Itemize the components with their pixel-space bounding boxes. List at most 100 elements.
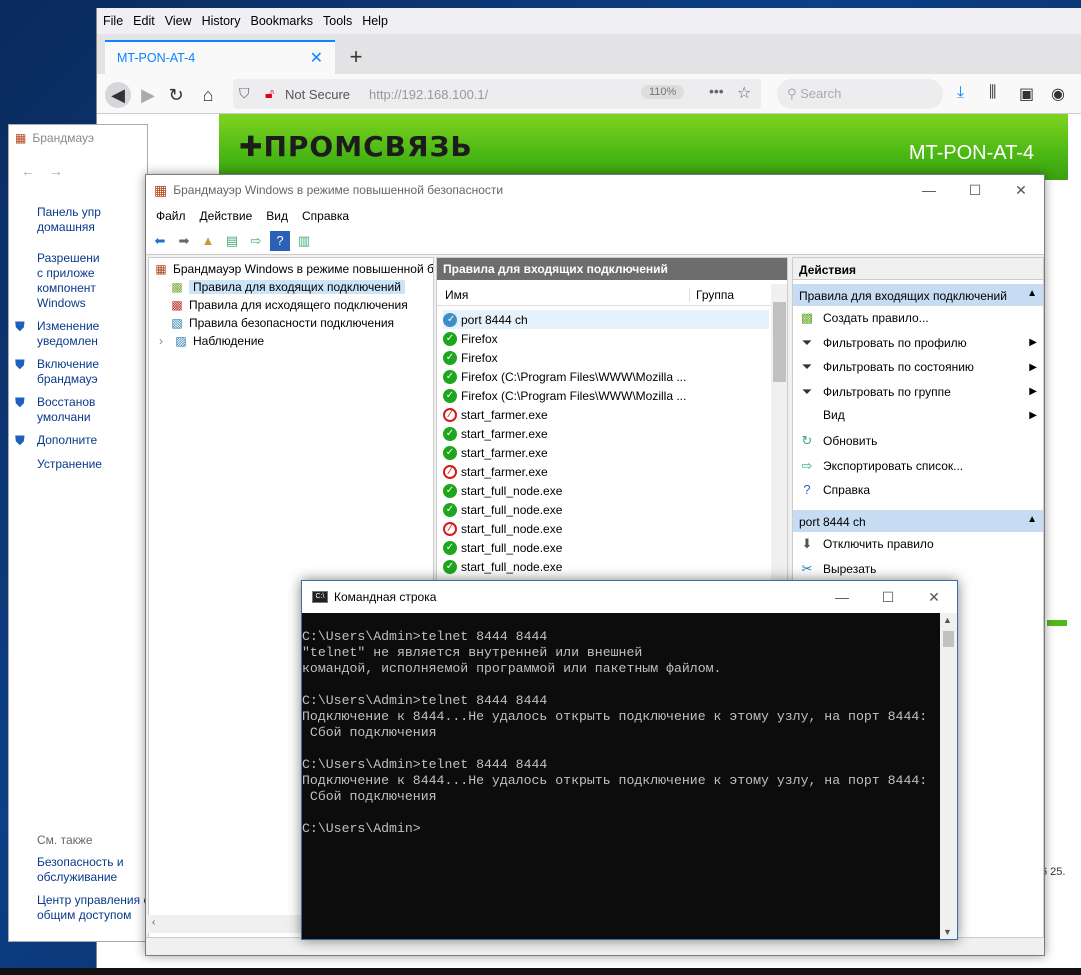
page-actions-icon[interactable]: ••• [709, 83, 724, 99]
menu-bookmarks[interactable]: Bookmarks [250, 14, 313, 28]
actions-section-inbound[interactable]: Правила для входящих подключений ▲ [793, 284, 1043, 306]
menu-edit[interactable]: Edit [133, 14, 155, 28]
rule-row[interactable]: ✓ start_full_node.exe [443, 481, 769, 500]
rule-row[interactable]: ⁄ start_farmer.exe [443, 405, 769, 424]
cp-link-allow-apps[interactable]: Разрешени с приложе компонент Windows [37, 251, 147, 311]
menu-view[interactable]: View [165, 14, 192, 28]
scroll-up-icon[interactable]: ▲ [943, 615, 952, 625]
menu-history[interactable]: History [202, 14, 241, 28]
new-tab-icon[interactable]: + [343, 44, 369, 70]
action-item[interactable]: ⇨ Экспортировать список... [799, 458, 1039, 474]
action-item[interactable]: ? Справка [799, 482, 1039, 497]
cp-link-restore[interactable]: Восстанов умолчани [37, 395, 147, 425]
rule-row[interactable]: ✓ Firefox (C:\Program Files\WWW\Mozilla .… [443, 386, 769, 405]
close-icon[interactable]: ✕ [998, 182, 1044, 199]
up-folder-icon[interactable]: ▲ [198, 231, 218, 251]
cmd-window[interactable]: C:\ Командная строка — ☐ ✕ C:\Users\Admi… [301, 580, 958, 940]
sidebar-icon[interactable]: ▣ [1019, 84, 1034, 104]
export-icon[interactable]: ⇨ [246, 231, 266, 251]
rule-row[interactable]: ✓ start_farmer.exe [443, 443, 769, 462]
cp-link-advanced[interactable]: Дополните [37, 433, 147, 448]
tree-item-inbound[interactable]: ▩ Правила для входящих подключений [169, 280, 405, 294]
action-item[interactable]: ▩ Создать правило... [799, 310, 1039, 326]
action-item[interactable]: ⏷ Фильтровать по профилю ▶ [799, 335, 1039, 351]
tree-item-monitoring[interactable]: › ▨ Наблюдение [153, 334, 264, 348]
maximize-icon[interactable]: ☐ [865, 589, 911, 606]
library-icon[interactable]: ⫼ [989, 84, 996, 102]
zoom-badge[interactable]: 110% [641, 85, 685, 99]
action-item[interactable]: ↻ Обновить [799, 433, 1039, 449]
col-group[interactable]: Группа [689, 288, 734, 302]
account-icon[interactable]: ◉ [1051, 84, 1065, 104]
url-bar[interactable]: ⛉ 🔓︎ Not Secure http://192.168.100.1/ 11… [233, 79, 761, 109]
rule-row[interactable]: ✓ Firefox (C:\Program Files\WWW\Mozilla .… [443, 367, 769, 386]
allow-check-icon: ✓ [443, 426, 457, 441]
help-icon[interactable]: ? [270, 230, 290, 251]
tracking-shield-icon[interactable]: ⛉ [239, 85, 250, 102]
minimize-icon[interactable]: — [819, 589, 865, 605]
menu-file[interactable]: File [103, 14, 123, 28]
rule-row[interactable]: ✓ start_full_node.exe [443, 557, 769, 576]
scroll-thumb[interactable] [943, 631, 954, 647]
menu-tools[interactable]: Tools [323, 14, 352, 28]
forward-icon[interactable]: ▶ [135, 82, 161, 108]
action-item[interactable]: ✂ Вырезать [799, 561, 1039, 577]
rule-row[interactable]: ✓ start_farmer.exe [443, 424, 769, 443]
rule-row[interactable]: ✓ Firefox [443, 348, 769, 367]
browser-tab[interactable]: MT-PON-AT-4 ✕ [105, 40, 335, 74]
home-icon[interactable]: ⌂ [195, 82, 221, 108]
back-icon[interactable]: ◀ [105, 82, 131, 108]
download-icon[interactable]: ⤓ [957, 84, 964, 102]
action-item[interactable]: ⬇ Отключить правило [799, 536, 1039, 552]
menu-action[interactable]: Действие [200, 209, 253, 223]
insecure-lock-icon[interactable]: 🔓︎ [265, 85, 274, 102]
tree-root[interactable]: ▦ Брандмауэр Windows в режиме повышенной… [153, 262, 433, 276]
search-input[interactable]: ⚲ Search [777, 79, 943, 109]
action-item[interactable]: Вид ▶ [799, 408, 1039, 422]
bookmark-star-icon[interactable]: ☆ [737, 83, 751, 103]
show-tree-icon[interactable]: ▤ [222, 231, 242, 251]
actions-section-rule[interactable]: port 8444 ch ▲ [793, 510, 1043, 532]
back-icon[interactable]: ⬅ [150, 231, 170, 251]
close-icon[interactable]: ✕ [911, 589, 957, 606]
cmd-line: Подключение к 8444...Не удалось открыть … [302, 773, 928, 788]
action-pane-icon[interactable]: ▥ [294, 231, 314, 251]
action-item[interactable]: ⏷ Фильтровать по состоянию ▶ [799, 359, 1039, 375]
rule-row[interactable]: ⁄ start_full_node.exe [443, 519, 769, 538]
tree-item-outbound[interactable]: ▩ Правила для исходящего подключения [169, 298, 407, 312]
reload-icon[interactable]: ↻ [163, 82, 189, 108]
menu-help[interactable]: Справка [302, 209, 349, 223]
cp-link-troubleshoot[interactable]: Устранение [37, 457, 147, 472]
rule-row[interactable]: ⁄ start_farmer.exe [443, 462, 769, 481]
cp-link-notifications[interactable]: Изменение уведомлен [37, 319, 147, 349]
url-text[interactable]: http://192.168.100.1/ [369, 87, 488, 102]
cmd-output[interactable]: C:\Users\Admin>telnet 8444 8444 "telnet" … [302, 613, 940, 939]
col-name[interactable]: Имя [445, 288, 468, 302]
cmd-line: Сбой подключения [302, 789, 437, 804]
close-tab-icon[interactable]: ✕ [310, 48, 323, 68]
cmd-scrollbar[interactable]: ▲ ▼ [940, 613, 957, 939]
rule-row[interactable]: ✓ start_full_node.exe [443, 538, 769, 557]
forward-icon[interactable]: ➡ [174, 231, 194, 251]
tree-item-connection-security[interactable]: ▧ Правила безопасности подключения [169, 316, 394, 330]
action-item[interactable]: ⏷ Фильтровать по группе ▶ [799, 384, 1039, 400]
action-label: Создать правило... [823, 311, 929, 325]
rule-row[interactable]: ✓ start_full_node.exe [443, 500, 769, 519]
maximize-icon[interactable]: ☐ [952, 182, 998, 199]
cp-link-security[interactable]: Безопасность и обслуживание [37, 855, 147, 885]
cp-link-toggle[interactable]: Включение брандмауэ [37, 357, 147, 387]
cp-link-home[interactable]: Панель упр домашняя [37, 205, 147, 235]
cp-nav-arrows[interactable]: ←→ [21, 163, 77, 179]
rule-row[interactable]: ✓ port 8444 ch [443, 310, 769, 329]
cp-link-network-center[interactable]: Центр управления с общим доступом [37, 893, 147, 923]
scroll-down-icon[interactable]: ▼ [943, 927, 952, 937]
menu-file[interactable]: Файл [156, 209, 186, 223]
collapse-icon[interactable]: ▲ [1027, 514, 1037, 525]
menu-help[interactable]: Help [362, 14, 388, 28]
scroll-thumb[interactable] [773, 302, 786, 382]
menu-view[interactable]: Вид [266, 209, 288, 223]
collapse-icon[interactable]: ▲ [1027, 288, 1037, 299]
rule-row[interactable]: ✓ Firefox [443, 329, 769, 348]
minimize-icon[interactable]: — [906, 182, 952, 198]
expand-chevron-icon[interactable]: › [153, 334, 169, 348]
